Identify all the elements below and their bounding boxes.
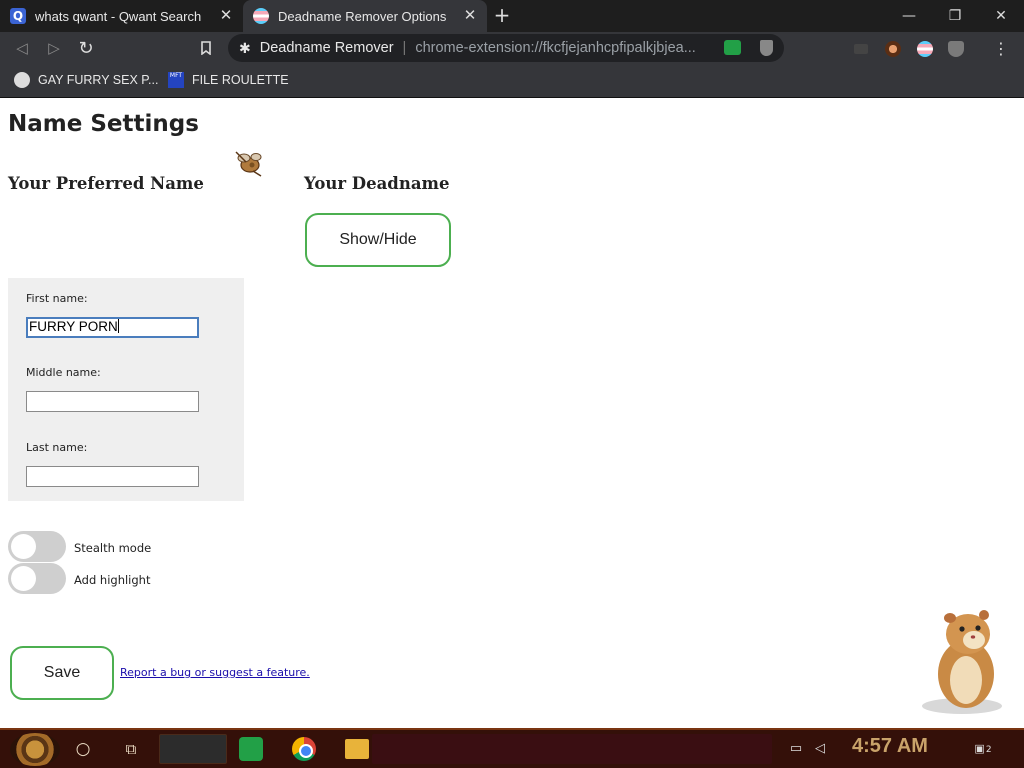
show-hide-button[interactable]: Show/Hide xyxy=(305,213,451,267)
middle-name-label: Middle name: xyxy=(26,366,101,379)
file-explorer-icon[interactable] xyxy=(345,739,369,759)
extension-icon[interactable] xyxy=(854,44,868,54)
bookmarks-bar: GAY FURRY SEX P... MFT FILE ROULETTE xyxy=(0,64,1024,98)
tab-title: Deadname Remover Options xyxy=(278,8,447,24)
restore-button[interactable]: ❐ xyxy=(932,0,978,32)
bookmark-gay-furry[interactable]: GAY FURRY SEX P... xyxy=(14,72,158,88)
volume-muted-icon[interactable]: ◁ xyxy=(812,741,828,757)
network-icon[interactable]: ▭ xyxy=(788,741,804,757)
deadname-heading: Your Deadname xyxy=(304,174,450,193)
chrome-app-icon[interactable] xyxy=(292,737,316,761)
browser-toolbar: ◁ ▷ ↻ ✱ Deadname Remover | chrome-extens… xyxy=(0,32,1024,64)
add-highlight-toggle[interactable] xyxy=(8,563,66,594)
close-tab-icon[interactable]: ✕ xyxy=(219,8,233,23)
menu-button[interactable]: ⋮ xyxy=(990,37,1012,59)
text-caret xyxy=(117,319,119,333)
last-name-input[interactable] xyxy=(26,466,199,487)
bookmark-icon xyxy=(201,41,211,55)
ublock-icon[interactable] xyxy=(948,41,964,57)
extension-puzzle-icon: ✱ xyxy=(239,39,251,56)
close-window-button[interactable]: ✕ xyxy=(978,0,1024,32)
bookmark-star-button[interactable] xyxy=(195,37,217,59)
shield-extension-icon[interactable] xyxy=(760,40,773,56)
taskbar-slot[interactable] xyxy=(372,734,772,764)
trans-flag-icon xyxy=(253,8,269,24)
taskbar: ○ ⧉ ▭ ◁ 4:57 AM ▣2 xyxy=(0,728,1024,768)
start-button[interactable] xyxy=(10,733,60,766)
omnibox-separator: | xyxy=(402,40,407,56)
bookmark-file-roulette[interactable]: MFT FILE ROULETTE xyxy=(168,72,289,88)
steampunk-bee-icon xyxy=(235,151,262,177)
close-tab-icon[interactable]: ✕ xyxy=(463,8,477,23)
tab-deadname-remover-options[interactable]: Deadname Remover Options ✕ xyxy=(243,0,487,32)
notification-count: 2 xyxy=(985,745,992,755)
bookmark-label: FILE ROULETTE xyxy=(192,73,289,87)
cortana-button[interactable]: ○ xyxy=(72,738,94,760)
first-name-label: First name: xyxy=(26,292,88,305)
preferred-name-form: First name: FURRY PORN Middle name: Last… xyxy=(8,278,244,501)
new-tab-button[interactable]: + xyxy=(493,5,511,27)
system-clock[interactable]: 4:57 AM xyxy=(852,735,928,758)
add-highlight-label: Add highlight xyxy=(74,573,151,587)
trans-flag-extension-icon[interactable] xyxy=(917,41,933,57)
notification-icon[interactable]: ▣2 xyxy=(974,741,992,757)
back-button[interactable]: ◁ xyxy=(11,37,33,59)
options-page: Name Settings Your Preferred Name Your D… xyxy=(0,99,1024,728)
taskbar-slot[interactable] xyxy=(159,734,227,764)
globe-icon xyxy=(14,72,30,88)
stealth-mode-label: Stealth mode xyxy=(74,541,152,555)
preferred-name-heading: Your Preferred Name xyxy=(8,174,204,193)
first-name-value: FURRY PORN xyxy=(29,319,118,334)
toggle-knob xyxy=(11,566,36,591)
toggle-knob xyxy=(11,534,36,559)
task-view-button[interactable]: ⧉ xyxy=(120,738,142,760)
site-name: Deadname Remover xyxy=(259,40,394,56)
green-extension-icon[interactable] xyxy=(724,40,741,55)
mft-icon: MFT xyxy=(168,72,184,88)
qwant-icon: Q xyxy=(10,8,26,24)
page-title: Name Settings xyxy=(8,111,199,137)
middle-name-input[interactable] xyxy=(26,391,199,412)
notes-app-icon[interactable] xyxy=(239,737,263,761)
minimize-button[interactable]: — xyxy=(886,0,932,32)
save-button[interactable]: Save xyxy=(10,646,114,700)
bookmark-label: GAY FURRY SEX P... xyxy=(38,73,159,87)
tab-qwant-search[interactable]: Q whats qwant - Qwant Search ✕ xyxy=(0,0,243,32)
last-name-label: Last name: xyxy=(26,441,88,454)
tab-strip: Q whats qwant - Qwant Search ✕ Deadname … xyxy=(0,0,1024,32)
stealth-mode-toggle[interactable] xyxy=(8,531,66,562)
reload-button[interactable]: ↻ xyxy=(75,37,97,59)
forward-button[interactable]: ▷ xyxy=(43,37,65,59)
tab-title: whats qwant - Qwant Search xyxy=(35,8,202,24)
first-name-input[interactable]: FURRY PORN xyxy=(26,317,199,338)
report-bug-link[interactable]: Report a bug or suggest a feature. xyxy=(120,666,310,679)
address-bar[interactable]: ✱ Deadname Remover | chrome-extension://… xyxy=(228,34,784,62)
profile-avatar-icon[interactable] xyxy=(885,41,901,57)
hamster-mascot-image xyxy=(922,610,1002,714)
